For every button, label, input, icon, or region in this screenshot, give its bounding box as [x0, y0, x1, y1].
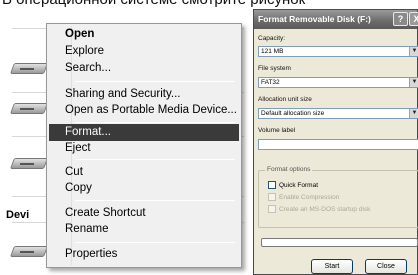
drive-icon[interactable] [9, 243, 49, 259]
filesystem-select[interactable]: FAT32 ▼ [258, 77, 418, 88]
chevron-down-icon[interactable]: ▼ [409, 109, 418, 118]
enable-compression-label: Enable Compression [279, 194, 340, 201]
menu-separator [75, 159, 235, 160]
quick-format-option[interactable]: Quick Format [268, 181, 318, 191]
menu-item-search[interactable]: Search... [49, 60, 239, 77]
format-dialog: Format Removable Disk (F:) ? X Capacity:… [253, 9, 418, 275]
format-progress-bar [261, 238, 418, 247]
devices-section-label: Devi [6, 209, 30, 221]
close-icon[interactable]: X [409, 12, 418, 26]
format-options-label: Format options [265, 166, 313, 173]
quick-format-checkbox[interactable] [268, 181, 276, 190]
close-button[interactable]: Close [365, 259, 407, 274]
start-button[interactable]: Start [311, 259, 353, 274]
menu-item-copy[interactable]: Copy [49, 180, 239, 197]
menu-item-properties[interactable]: Properties [49, 246, 239, 263]
msdos-startup-label: Create an MS-DOS startup disk [279, 206, 371, 213]
enable-compression-checkbox [268, 193, 276, 202]
context-menu: Open Explore Search... Sharing and Secur… [46, 23, 242, 268]
capacity-select[interactable]: 121 MB ▼ [258, 46, 418, 57]
volume-label: Volume label [258, 127, 296, 134]
capacity-label: Capacity: [258, 35, 286, 42]
enable-compression-option: Enable Compression [268, 193, 339, 203]
msdos-startup-option: Create an MS-DOS startup disk [268, 205, 370, 215]
filesystem-value: FAT32 [261, 79, 280, 86]
volume-label-input[interactable] [258, 139, 418, 150]
menu-separator [75, 200, 235, 201]
msdos-startup-checkbox [268, 205, 276, 214]
menu-separator [75, 122, 235, 123]
drive-icon[interactable] [9, 60, 49, 76]
help-button[interactable]: ? [393, 12, 408, 26]
quick-format-label: Quick Format [279, 182, 319, 189]
format-options-group: Format options Quick Format Enable Compr… [258, 166, 418, 228]
allocation-value: Default allocation size [261, 110, 325, 117]
chevron-down-icon[interactable]: ▼ [409, 47, 418, 56]
chevron-down-icon[interactable]: ▼ [409, 78, 418, 87]
menu-item-explore[interactable]: Explore [49, 43, 239, 60]
allocation-select[interactable]: Default allocation size ▼ [258, 108, 418, 119]
menu-item-cut[interactable]: Cut [49, 164, 239, 181]
menu-item-open-portable-media[interactable]: Open as Portable Media Device... [49, 102, 239, 119]
menu-item-format[interactable]: Format... [49, 124, 239, 141]
drive-icon[interactable] [9, 100, 49, 116]
capacity-value: 121 MB [261, 48, 284, 55]
menu-item-rename[interactable]: Rename [49, 221, 239, 238]
menu-separator [75, 242, 235, 243]
drive-icon[interactable] [9, 155, 49, 171]
menu-item-open[interactable]: Open [49, 26, 239, 43]
menu-item-eject[interactable]: Eject [49, 140, 239, 157]
allocation-label: Allocation unit size [258, 96, 312, 103]
menu-item-sharing-security[interactable]: Sharing and Security... [49, 86, 239, 103]
menu-item-create-shortcut[interactable]: Create Shortcut [49, 205, 239, 222]
menu-separator [75, 81, 235, 82]
filesystem-label: File system [258, 65, 291, 72]
